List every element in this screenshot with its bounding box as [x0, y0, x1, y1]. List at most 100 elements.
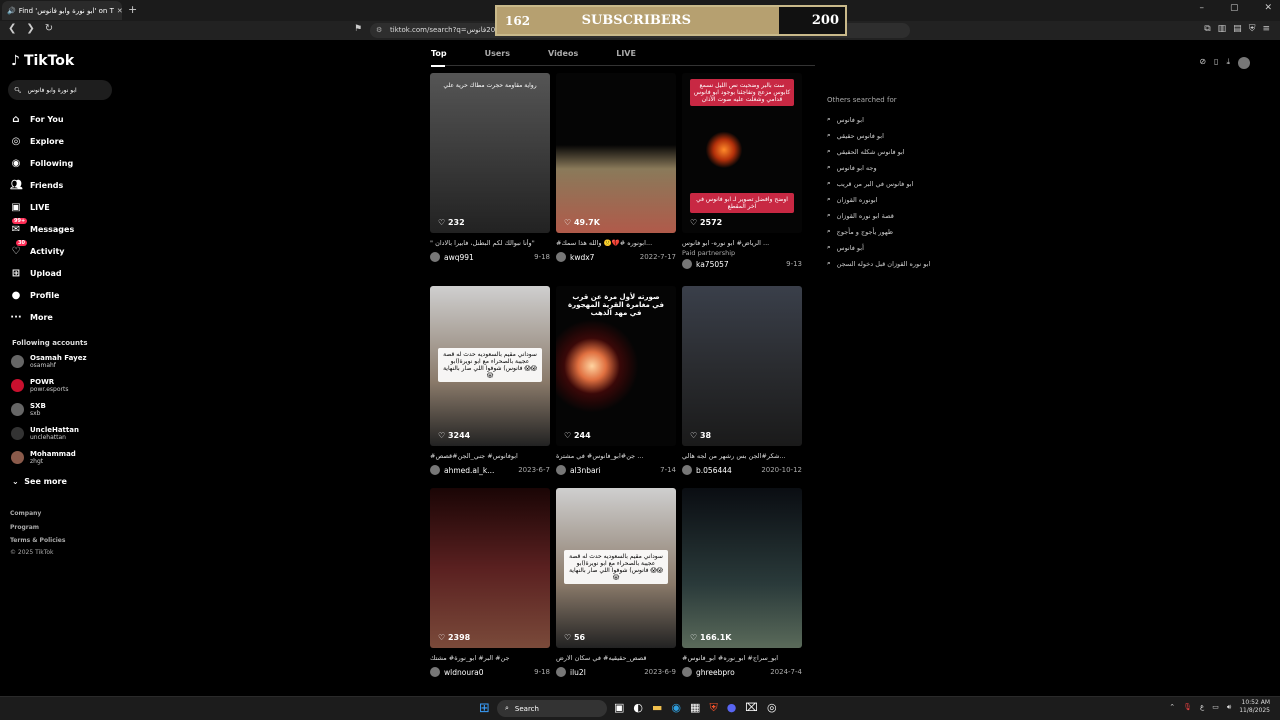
reload-icon[interactable]: ↻	[45, 23, 53, 34]
search-input[interactable]: 🔍︎ ابو نورة وابو فانوس	[8, 80, 112, 100]
video-thumbnail[interactable]: ♡ 2398	[430, 488, 550, 648]
suggestion-item[interactable]: ⌕ ظهور يأجوج و مأجوج	[827, 227, 893, 236]
video-card[interactable]: سوداني مقيم بالسعوديه حدث له قصة عجيبة ب…	[430, 286, 550, 475]
video-user[interactable]: ilu2l	[570, 668, 586, 677]
video-thumbnail[interactable]: سوداني مقيم بالسعوديه حدث له قصة عجيبة ب…	[556, 488, 676, 648]
video-user[interactable]: al3nbari	[570, 466, 601, 475]
video-user[interactable]: b.056444	[696, 466, 732, 475]
suggestion-item[interactable]: ⌕ ابونوره القوزان	[827, 195, 878, 204]
brave-icon[interactable]: ⛨	[709, 701, 717, 715]
video-thumbnail[interactable]: ♡ 166.1K	[682, 488, 802, 648]
browser-tab[interactable]: 🔊 Find 'ابو نورة وابو فانوس' on T ✕	[2, 1, 122, 20]
task-view-icon[interactable]: ▣	[614, 701, 624, 715]
video-user[interactable]: awq991	[444, 253, 474, 262]
account-handle: osamahf	[30, 362, 56, 369]
video-card[interactable]: رواية مقاومة حجرت مطاك حرية علي ♡ 232 " …	[430, 73, 550, 262]
video-user[interactable]: wldnoura0	[444, 668, 484, 677]
suggestion-item[interactable]: ⌕ أبو فانوس	[827, 243, 864, 252]
tab-live[interactable]: LIVE	[616, 49, 636, 58]
sidebar-item-following[interactable]: ◉ Following	[10, 152, 74, 174]
footer-terms[interactable]: Terms & Policies	[10, 537, 65, 544]
video-thumbnail[interactable]: صورته لأول مرة عن قرب في مغامرة القرية ا…	[556, 286, 676, 446]
video-user[interactable]: kwdx7	[570, 253, 594, 262]
wallet-icon[interactable]: ▤	[1233, 24, 1242, 34]
video-thumbnail[interactable]: ست بالبر وضحيت نص الليل نسمع كابوس مزعج …	[682, 73, 802, 233]
obs-icon[interactable]: ◎	[767, 701, 777, 715]
back-icon[interactable]: ❮	[8, 23, 16, 34]
app-icon[interactable]: ⌧	[745, 701, 758, 715]
video-thumbnail[interactable]: ♡ 49.7K	[556, 73, 676, 233]
widgets-icon[interactable]: ◐	[633, 701, 643, 715]
new-tab-button[interactable]: +	[128, 3, 137, 16]
video-user[interactable]: ahmed.al_k...	[444, 466, 494, 475]
video-thumbnail[interactable]: رواية مقاومة حجرت مطاك حرية علي ♡ 232	[430, 73, 550, 233]
video-card[interactable]: سوداني مقيم بالسعوديه حدث له قصة عجيبة ب…	[556, 488, 676, 677]
account-item[interactable]: POWR powr.esports	[11, 378, 68, 393]
sidebar-item-more[interactable]: ··· More	[10, 306, 74, 328]
discord-icon[interactable]: ●	[727, 701, 737, 715]
video-card[interactable]: ♡ 49.7K #ابونوره #💔🙁 والله هذا سمك... kw…	[556, 73, 676, 262]
minimize-button[interactable]: –	[1199, 3, 1204, 13]
video-card[interactable]: صورته لأول مرة عن قرب في مغامرة القرية ا…	[556, 286, 676, 475]
suggestion-item[interactable]: ⌕ ابو فانوس شكله الحقيقي	[827, 147, 905, 156]
device-icon[interactable]: ▯	[1214, 57, 1218, 69]
forward-icon[interactable]: ❯	[26, 23, 34, 34]
tab-users[interactable]: Users	[485, 49, 510, 58]
tab-top[interactable]: Top	[431, 49, 447, 58]
video-card[interactable]: ♡ 166.1K #ابو_سراج# ابو_نوره# ابو_فانوس …	[682, 488, 802, 677]
sidebar-item-for-you[interactable]: ⌂ For You	[10, 108, 74, 130]
account-item[interactable]: Osamah Fayez osamahf	[11, 354, 87, 369]
tab-videos[interactable]: Videos	[548, 49, 578, 58]
sidebar-item-upload[interactable]: ⊞ Upload	[10, 262, 74, 284]
extensions-icon[interactable]: ⧉	[1204, 24, 1210, 34]
suggestion-item[interactable]: ⌕ وجه ابو فانوس	[827, 163, 877, 172]
close-window-button[interactable]: ✕	[1264, 3, 1272, 13]
video-card[interactable]: ♡ 2398 جن# البر# ابو_نورة# مشتك wldnoura…	[430, 488, 550, 677]
avatar[interactable]	[1238, 57, 1250, 69]
sidebar-icon[interactable]: ▥	[1218, 24, 1227, 34]
store-icon[interactable]: ▦	[690, 701, 700, 715]
sidebar-item-live[interactable]: ▣ LIVE	[10, 196, 74, 218]
file-explorer-icon[interactable]: ▬	[652, 701, 662, 715]
footer-program[interactable]: Program	[10, 524, 39, 531]
network-icon[interactable]: ▭	[1212, 703, 1219, 711]
suggestion-item[interactable]: ⌕ ابو نوره القوزان قبل دخوله السجن	[827, 259, 930, 268]
sidebar-item-friends[interactable]: 👥︎ Friends	[10, 174, 74, 196]
maximize-button[interactable]: ▢	[1230, 3, 1239, 13]
sidebar-item-messages[interactable]: ✉ Messages 99+	[10, 218, 74, 240]
suggestion-item[interactable]: ⌕ ابو فانوس في البر من قريب	[827, 179, 913, 188]
video-card[interactable]: ست بالبر وضحيت نص الليل نسمع كابوس مزعج …	[682, 73, 802, 269]
suggestion-item[interactable]: ⌕ ابو فانوس	[827, 115, 864, 124]
video-thumbnail[interactable]: سوداني مقيم بالسعوديه حدث له قصة عجيبة ب…	[430, 286, 550, 446]
chevron-up-icon[interactable]: ⌃	[1169, 703, 1175, 711]
shield-icon[interactable]: ⛨	[1249, 24, 1256, 34]
menu-icon[interactable]: ≡	[1262, 24, 1270, 34]
language-icon[interactable]: ع	[1200, 703, 1204, 711]
windows-start-icon[interactable]: ⊞	[479, 701, 490, 716]
suggestion-item[interactable]: ⌕ قصة ابو نوره القوزان	[827, 211, 894, 220]
account-item[interactable]: UncleHattan unclehattan	[11, 426, 79, 441]
download-icon[interactable]: ⤓	[1226, 57, 1230, 69]
tiktok-logo[interactable]: ♪ TikTok	[11, 53, 74, 69]
sidebar-item-profile[interactable]: ● Profile	[10, 284, 74, 306]
mic-icon[interactable]: 🎙︎	[1183, 703, 1192, 711]
bookmark-icon[interactable]: ⚑	[354, 24, 362, 34]
video-user[interactable]: ghreebpro	[696, 668, 735, 677]
edge-icon[interactable]: ◉	[671, 701, 681, 715]
taskbar-search[interactable]: ⌕ Search	[497, 700, 607, 717]
sidebar-item-explore[interactable]: ◎ Explore	[10, 130, 74, 152]
volume-icon[interactable]: 🔊︎	[1227, 703, 1231, 712]
video-card[interactable]: ♡ 38 شكر#الجن بس رشهر من لجه هالي... b.0…	[682, 286, 802, 475]
clock[interactable]: 10:52 AM 11/8/2025	[1239, 699, 1270, 715]
compass-icon[interactable]: ⊘	[1199, 57, 1206, 69]
account-item[interactable]: Mohammad zhgt	[11, 450, 76, 465]
suggestion-item[interactable]: ⌕ ابو فانوس حقيقي	[827, 131, 884, 140]
footer-company[interactable]: Company	[10, 510, 41, 517]
close-tab-icon[interactable]: ✕	[117, 7, 122, 15]
sidebar-item-activity[interactable]: ♡ Activity 30	[10, 240, 74, 262]
video-thumbnail[interactable]: ♡ 38	[682, 286, 802, 446]
video-user[interactable]: ka75057	[696, 260, 729, 269]
account-item[interactable]: SXB sxb	[11, 402, 46, 417]
site-info-icon[interactable]: ⚙	[376, 23, 382, 38]
see-more-button[interactable]: ⌄ See more	[12, 477, 67, 486]
